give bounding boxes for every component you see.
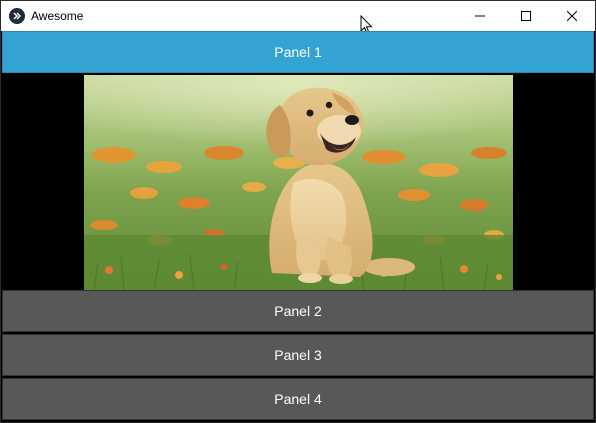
panel-1-content	[1, 75, 595, 290]
panel-4-label: Panel 4	[274, 391, 322, 407]
window-title: Awesome	[31, 9, 84, 23]
panel-2-label: Panel 2	[274, 303, 322, 319]
app-window: Awesome Panel 1 Panel 2 Panel 3 Panel 4	[0, 0, 596, 423]
panel-3-header[interactable]: Panel 3	[2, 334, 594, 376]
maximize-icon	[521, 11, 531, 21]
window-controls	[457, 1, 595, 31]
panel-2-header[interactable]: Panel 2	[2, 290, 594, 332]
app-icon	[9, 8, 25, 24]
panel-3-label: Panel 3	[274, 347, 322, 363]
panel-1-header[interactable]: Panel 1	[2, 31, 594, 73]
minimize-button[interactable]	[457, 1, 503, 31]
close-icon	[567, 11, 577, 21]
panel-1-label: Panel 1	[274, 44, 322, 60]
minimize-icon	[475, 15, 485, 17]
close-button[interactable]	[549, 1, 595, 31]
panel-4-header[interactable]: Panel 4	[2, 378, 594, 420]
accordion: Panel 1 Panel 2 Panel 3 Panel 4	[1, 31, 595, 422]
maximize-button[interactable]	[503, 1, 549, 31]
title-bar[interactable]: Awesome	[1, 1, 595, 35]
puppy-photo	[84, 75, 513, 290]
